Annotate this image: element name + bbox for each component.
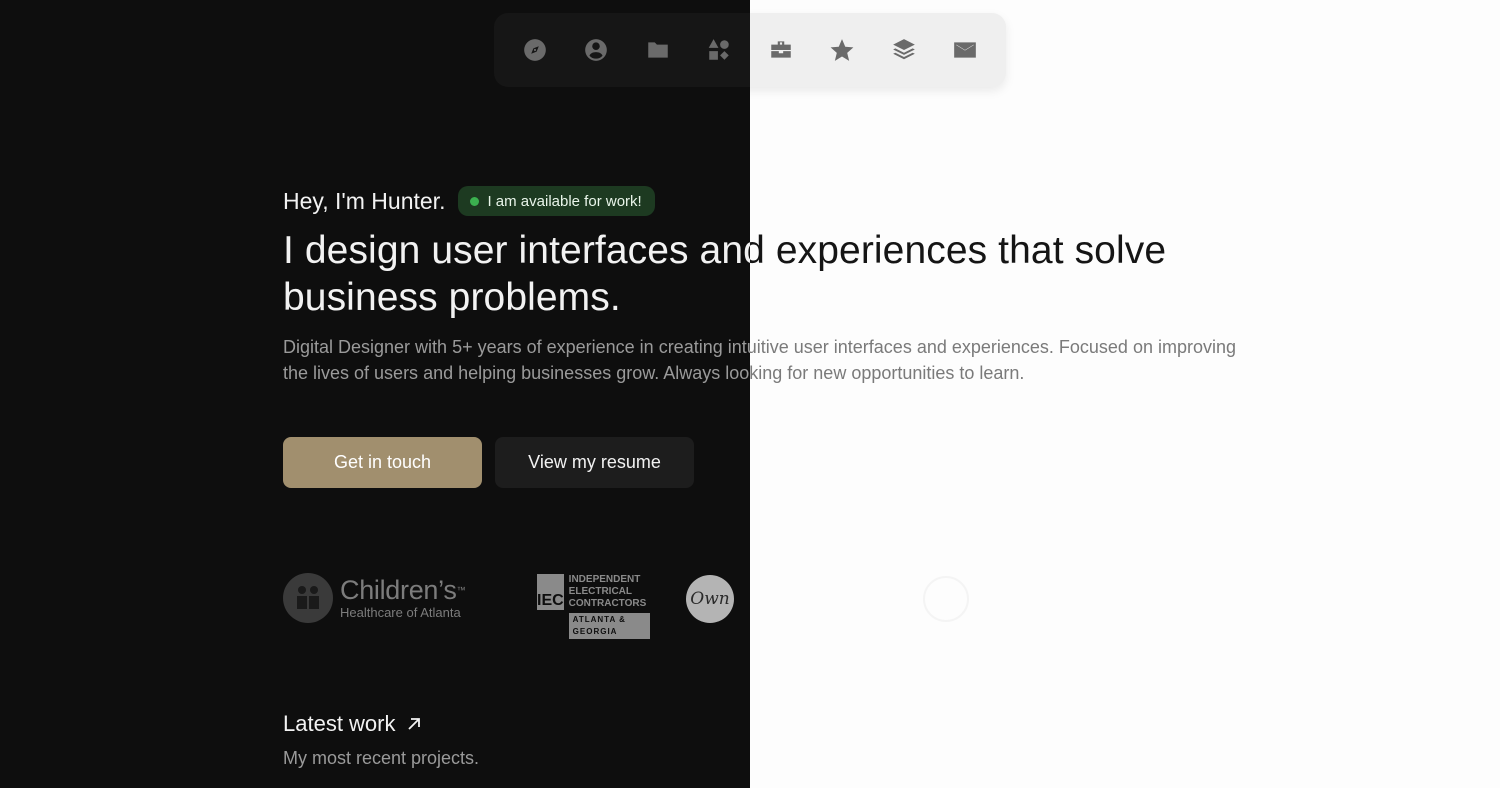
folder-icon [648, 42, 668, 58]
greeting-row-dark: Hey, I'm Hunter. I am available for work… [283, 186, 655, 216]
nav-contact[interactable] [943, 28, 987, 72]
iec-wordmark: INDEPENDENT ELECTRICAL CONTRACTORS ATLAN… [568, 574, 650, 639]
mail-icon [954, 42, 977, 58]
iec-mark: IEC [537, 574, 564, 610]
iec-logo: IEC INDEPENDENT ELECTRICAL CONTRACTORS A… [537, 574, 650, 639]
latest-work-title: Latest work [283, 711, 396, 736]
nav-favorites[interactable] [820, 28, 864, 72]
childrens-emblem-icon [283, 573, 333, 623]
nav-stack[interactable] [882, 28, 926, 72]
nav-home-dark[interactable] [513, 28, 557, 72]
own-logo-mark: Own [686, 575, 734, 623]
latest-work-heading[interactable]: Latest work [283, 711, 479, 737]
layers-icon [892, 39, 915, 60]
latest-work-subtitle: My most recent projects. [283, 748, 480, 768]
nav-about-dark[interactable] [574, 28, 618, 72]
iec-line-1: INDEPENDENT [568, 574, 641, 585]
iec-region: ATLANTA & GEORGIA [568, 613, 650, 639]
availability-badge: I am available for work! [458, 186, 655, 216]
arrow-up-right-icon [407, 718, 420, 730]
latest-work-section-dark: Latest work My most recent projects. [283, 711, 479, 769]
client-logo-4-mark [923, 576, 969, 622]
client-logo-4 [923, 576, 969, 622]
toolbox-icon [771, 41, 791, 58]
greeting: Hey, I'm Hunter. [283, 187, 446, 214]
childrens-healthcare-logo: Children’s™ Healthcare of Atlanta [283, 573, 466, 623]
shapes-icon [708, 39, 729, 60]
childrens-sub: Healthcare of Atlanta [340, 604, 461, 620]
iec-line-3: CONTRACTORS [568, 598, 647, 609]
nav-tools[interactable] [759, 28, 803, 72]
status-dot-icon [470, 196, 480, 206]
nav-work-dark[interactable] [636, 28, 680, 72]
get-in-touch-button[interactable]: Get in touch [283, 437, 482, 488]
nav-design-dark[interactable] [697, 28, 741, 72]
iec-line-2: ELECTRICAL [568, 586, 633, 597]
childrens-wordmark: Children’s™ Healthcare of Atlanta [340, 574, 466, 620]
own-logo: Own [686, 575, 734, 623]
compass-icon [523, 39, 546, 61]
star-icon [830, 39, 854, 61]
view-resume-button[interactable]: View my resume [495, 437, 694, 488]
user-circle-icon [585, 39, 608, 61]
childrens-name: Children’s [340, 574, 457, 605]
childrens-tm: ™ [456, 584, 466, 595]
availability-text: I am available for work! [487, 192, 642, 210]
